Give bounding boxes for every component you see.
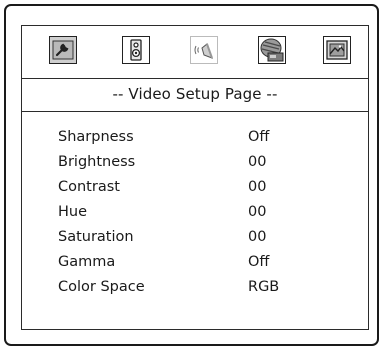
osd-window: -- Video Setup Page -- Sharpness Off Bri… xyxy=(4,4,379,346)
setting-value: 00 xyxy=(248,154,267,170)
disc-icon xyxy=(259,37,285,63)
setting-sharpness[interactable]: Sharpness Off xyxy=(22,129,368,151)
setting-gamma[interactable]: Gamma Off xyxy=(22,254,368,276)
setting-label: Brightness xyxy=(58,154,136,170)
speaker-icon xyxy=(124,38,148,62)
tab-audio[interactable] xyxy=(190,36,218,64)
setting-value: RGB xyxy=(248,279,280,295)
setup-panel: -- Video Setup Page -- Sharpness Off Bri… xyxy=(21,25,369,330)
menu-tab-bar xyxy=(22,26,368,79)
tab-preference[interactable] xyxy=(323,36,351,64)
tab-speaker[interactable] xyxy=(122,36,150,64)
setting-value: 00 xyxy=(248,229,267,245)
setting-hue[interactable]: Hue 00 xyxy=(22,204,368,226)
wrench-icon xyxy=(51,38,75,62)
setting-value: 00 xyxy=(248,179,267,195)
setting-label: Hue xyxy=(58,204,88,220)
setting-value: Off xyxy=(248,254,270,270)
tab-video[interactable] xyxy=(258,36,286,64)
setting-label: Sharpness xyxy=(58,129,134,145)
audio-waves-icon xyxy=(192,38,216,62)
page-title-bar: -- Video Setup Page -- xyxy=(22,79,368,112)
setting-label: Saturation xyxy=(58,229,134,245)
setting-contrast[interactable]: Contrast 00 xyxy=(22,179,368,201)
setting-color-space[interactable]: Color Space RGB xyxy=(22,279,368,301)
setting-label: Contrast xyxy=(58,179,120,195)
setting-label: Gamma xyxy=(58,254,116,270)
picture-icon xyxy=(325,38,349,62)
setting-value: 00 xyxy=(248,204,267,220)
setting-value: Off xyxy=(248,129,270,145)
tab-general[interactable] xyxy=(49,36,77,64)
page-title: -- Video Setup Page -- xyxy=(112,85,278,103)
setting-saturation[interactable]: Saturation 00 xyxy=(22,229,368,251)
setting-brightness[interactable]: Brightness 00 xyxy=(22,154,368,176)
setting-label: Color Space xyxy=(58,279,145,295)
